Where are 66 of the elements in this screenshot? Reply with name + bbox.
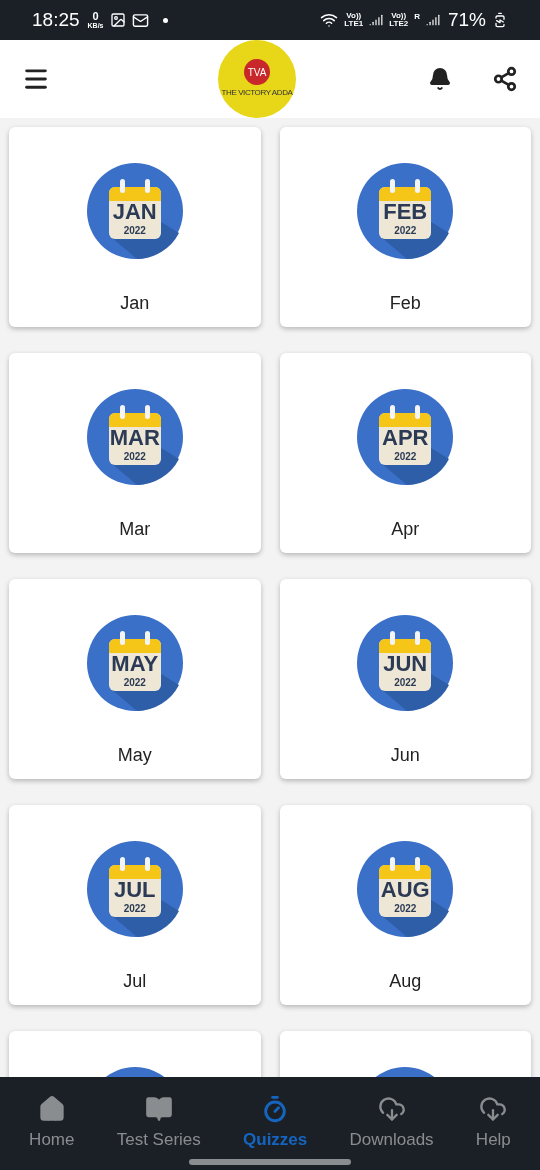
calendar-icon xyxy=(86,389,183,485)
nav-tab[interactable]: Home xyxy=(29,1095,75,1153)
notification-icon[interactable] xyxy=(428,67,452,91)
speed-value: 0 xyxy=(92,11,99,22)
month-label: May xyxy=(117,744,152,767)
icon-year-label: 2022 xyxy=(122,226,147,236)
share-icon[interactable] xyxy=(492,66,518,92)
month-card[interactable]: AUG 2022 Aug xyxy=(279,805,531,1005)
battery-icon xyxy=(492,12,508,28)
nav-tab[interactable]: Test Series xyxy=(116,1095,201,1153)
icon-month-label: FEB xyxy=(382,201,429,223)
signal-icon xyxy=(425,13,440,27)
icon-month-label: APR xyxy=(381,427,430,449)
month-card[interactable]: JUL 2022 Jul xyxy=(9,805,261,1005)
icon-year-label: 2022 xyxy=(393,678,418,688)
cloud-download-icon xyxy=(479,1095,508,1123)
nav-tab[interactable]: Downloads xyxy=(349,1095,434,1153)
clock-text: 18:25 xyxy=(32,7,80,32)
volte-label: Vo)) xyxy=(346,12,362,20)
month-label: Mar xyxy=(119,518,151,541)
network-label: LTE1 xyxy=(344,20,364,28)
book-reader-icon xyxy=(144,1095,173,1123)
calendar-icon xyxy=(357,615,454,711)
month-label: Jul xyxy=(123,970,147,993)
gallery-icon xyxy=(109,12,126,28)
logo-initials: TVA xyxy=(244,59,270,85)
icon-month-label: JUN xyxy=(382,653,429,675)
calendar-icon xyxy=(357,163,454,259)
icon-year-label: 2022 xyxy=(122,904,147,914)
month-card[interactable]: FEB 2022 Feb xyxy=(279,127,531,327)
home-icon xyxy=(37,1095,66,1123)
month-label: Apr xyxy=(391,518,420,541)
calendar-icon xyxy=(86,841,183,937)
month-card[interactable]: MAY 2022 May xyxy=(9,579,261,779)
volte-label: Vo)) xyxy=(391,12,407,20)
icon-month-label: JUL xyxy=(112,879,157,901)
roaming-label: R xyxy=(414,11,420,23)
icon-month-label: MAR xyxy=(108,427,161,449)
icon-year-label: 2022 xyxy=(122,452,147,462)
icon-month-label: AUG xyxy=(379,879,431,901)
calendar-icon xyxy=(357,389,454,485)
nav-tab[interactable]: Help xyxy=(475,1095,511,1153)
icon-month-label: JAN xyxy=(111,201,158,223)
calendar-icon xyxy=(357,841,454,937)
icon-year-label: 2022 xyxy=(393,904,418,914)
month-card[interactable]: APR 2022 Apr xyxy=(279,353,531,553)
month-card[interactable]: JUN 2022 Jun xyxy=(279,579,531,779)
icon-year-label: 2022 xyxy=(393,226,418,236)
logo-name: THE VICTORY ADDA xyxy=(221,87,293,99)
wifi-icon xyxy=(320,11,339,29)
icon-year-label: 2022 xyxy=(122,678,147,688)
battery-percent: 71% xyxy=(447,7,486,32)
calendar-icon xyxy=(86,615,183,711)
month-label: Feb xyxy=(389,292,421,315)
month-label: Aug xyxy=(389,970,422,993)
cloud-download-icon xyxy=(377,1095,406,1123)
icon-year-label: 2022 xyxy=(393,452,418,462)
icon-month-label: MAY xyxy=(110,653,160,675)
signal-icon xyxy=(369,13,384,27)
mail-icon xyxy=(131,11,149,29)
month-label: Jun xyxy=(390,744,420,767)
month-card[interactable]: MAR 2022 Mar xyxy=(9,353,261,553)
month-card[interactable]: JAN 2022 Jan xyxy=(9,127,261,327)
network-label: LTE2 xyxy=(389,20,409,28)
month-label: Jan xyxy=(120,292,150,315)
calendar-icon xyxy=(86,163,183,259)
